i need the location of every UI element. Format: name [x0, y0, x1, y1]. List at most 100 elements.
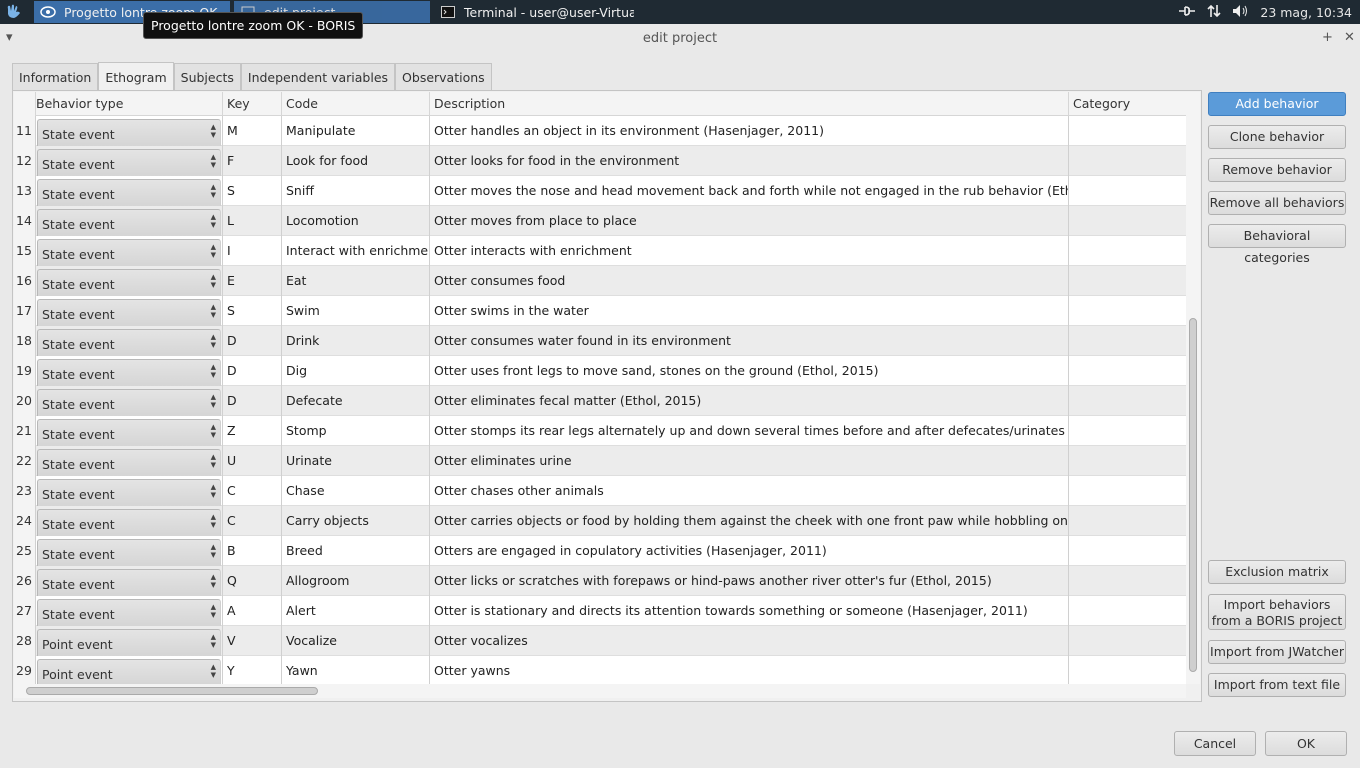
code-cell[interactable]: Dig	[282, 356, 430, 386]
category-cell[interactable]	[1069, 236, 1186, 266]
code-cell[interactable]: Breed	[282, 536, 430, 566]
category-cell[interactable]	[1069, 386, 1186, 416]
category-cell[interactable]	[1069, 266, 1186, 296]
behavioral-categories-button[interactable]: Behavioral categories	[1208, 224, 1346, 265]
description-cell[interactable]: Otter chases other animals	[430, 476, 1069, 506]
category-cell[interactable]	[1069, 626, 1186, 656]
description-cell[interactable]: Otter handles an object in its environme…	[430, 116, 1069, 146]
row-number[interactable]: 27	[14, 596, 36, 626]
key-cell[interactable]: A	[223, 596, 282, 626]
network-transfer-icon[interactable]	[1206, 3, 1222, 22]
category-cell[interactable]	[1069, 296, 1186, 326]
row-number[interactable]: 12	[14, 146, 36, 176]
row-number[interactable]: 26	[14, 566, 36, 596]
code-cell[interactable]: Yawn	[282, 656, 430, 684]
ok-button[interactable]: OK	[1265, 731, 1347, 756]
behavior-type-select[interactable]: Point event ▲ ▼	[37, 659, 221, 684]
header-description[interactable]: Description	[430, 92, 1069, 116]
key-cell[interactable]: D	[223, 326, 282, 356]
close-icon[interactable]: ✕	[1344, 30, 1355, 45]
behavior-type-select[interactable]: State event ▲ ▼	[37, 149, 221, 176]
row-number[interactable]: 14	[14, 206, 36, 236]
maximize-icon[interactable]: +	[1322, 30, 1333, 45]
description-cell[interactable]: Otter vocalizes	[430, 626, 1069, 656]
code-cell[interactable]: Alert	[282, 596, 430, 626]
behavior-type-select[interactable]: State event ▲ ▼	[37, 479, 221, 506]
tab-observations[interactable]: Observations	[395, 63, 492, 91]
description-cell[interactable]: Otter looks for food in the environment	[430, 146, 1069, 176]
category-cell[interactable]	[1069, 446, 1186, 476]
description-cell[interactable]: Otter carries objects or food by holding…	[430, 506, 1069, 536]
row-number[interactable]: 22	[14, 446, 36, 476]
row-number[interactable]: 28	[14, 626, 36, 656]
table-row[interactable]: 13 State event ▲ ▼ S Sniff Otter moves the nos…	[14, 176, 1186, 206]
row-number[interactable]: 16	[14, 266, 36, 296]
table-row[interactable]: 25 State event ▲ ▼ B Breed Otters are engaged …	[14, 536, 1186, 566]
description-cell[interactable]: Otter stomps its rear legs alternately u…	[430, 416, 1069, 446]
header-code[interactable]: Code	[282, 92, 430, 116]
row-number[interactable]: 24	[14, 506, 36, 536]
import-jwatcher-button[interactable]: Import from JWatcher	[1208, 640, 1346, 664]
behavior-type-select[interactable]: State event ▲ ▼	[37, 209, 221, 236]
clock[interactable]: 23 mag, 10:34	[1260, 5, 1352, 20]
description-cell[interactable]: Otter is stationary and directs its atte…	[430, 596, 1069, 626]
behavior-type-select[interactable]: State event ▲ ▼	[37, 599, 221, 626]
row-number[interactable]: 23	[14, 476, 36, 506]
key-cell[interactable]: Y	[223, 656, 282, 684]
code-cell[interactable]: Interact with enrichment	[282, 236, 430, 266]
code-cell[interactable]: Carry objects	[282, 506, 430, 536]
behavior-type-select[interactable]: State event ▲ ▼	[37, 509, 221, 536]
horizontal-scroll-thumb[interactable]	[26, 687, 318, 695]
key-cell[interactable]: B	[223, 536, 282, 566]
behavior-type-select[interactable]: State event ▲ ▼	[37, 539, 221, 566]
network-wired-icon[interactable]	[1178, 4, 1196, 21]
tab-information[interactable]: Information	[12, 63, 99, 91]
table-row[interactable]: 26 State event ▲ ▼ Q Allogroom Otter licks or …	[14, 566, 1186, 596]
code-cell[interactable]: Manipulate	[282, 116, 430, 146]
row-number[interactable]: 19	[14, 356, 36, 386]
behavior-type-select[interactable]: State event ▲ ▼	[37, 179, 221, 206]
behavior-type-select[interactable]: State event ▲ ▼	[37, 419, 221, 446]
header-category[interactable]: Category	[1069, 92, 1186, 116]
behavior-type-select[interactable]: State event ▲ ▼	[37, 359, 221, 386]
table-row[interactable]: 24 State event ▲ ▼ C Carry objects Otter carri…	[14, 506, 1186, 536]
code-cell[interactable]: Eat	[282, 266, 430, 296]
category-cell[interactable]	[1069, 596, 1186, 626]
taskbar-task-terminal[interactable]: Terminal - user@user-Virtua...	[434, 1, 634, 23]
key-cell[interactable]: S	[223, 296, 282, 326]
row-number[interactable]: 29	[14, 656, 36, 684]
behavior-type-select[interactable]: State event ▲ ▼	[37, 329, 221, 356]
tab-subjects[interactable]: Subjects	[173, 63, 241, 91]
table-row[interactable]: 19 State event ▲ ▼ D Dig Otter uses front legs…	[14, 356, 1186, 386]
key-cell[interactable]: D	[223, 386, 282, 416]
table-row[interactable]: 15 State event ▲ ▼ I Interact with enrichment…	[14, 236, 1186, 266]
vertical-scrollbar[interactable]	[1186, 92, 1200, 684]
header-key[interactable]: Key	[223, 92, 282, 116]
key-cell[interactable]: Q	[223, 566, 282, 596]
import-boris-project-button[interactable]: Import behaviors from a BORIS project	[1208, 594, 1346, 630]
category-cell[interactable]	[1069, 566, 1186, 596]
add-behavior-button[interactable]: Add behavior	[1208, 92, 1346, 116]
row-number[interactable]: 15	[14, 236, 36, 266]
header-behavior-type[interactable]: Behavior type	[36, 92, 223, 116]
category-cell[interactable]	[1069, 176, 1186, 206]
row-number[interactable]: 25	[14, 536, 36, 566]
behavior-type-select[interactable]: Point event ▲ ▼	[37, 629, 221, 656]
key-cell[interactable]: E	[223, 266, 282, 296]
table-row[interactable]: 14 State event ▲ ▼ L Locomotion Otter moves fr…	[14, 206, 1186, 236]
category-cell[interactable]	[1069, 416, 1186, 446]
code-cell[interactable]: Sniff	[282, 176, 430, 206]
cancel-button[interactable]: Cancel	[1174, 731, 1256, 756]
table-row[interactable]: 23 State event ▲ ▼ C Chase Otter chases other …	[14, 476, 1186, 506]
description-cell[interactable]: Otter licks or scratches with forepaws o…	[430, 566, 1069, 596]
table-row[interactable]: 17 State event ▲ ▼ S Swim Otter swims in the w…	[14, 296, 1186, 326]
vertical-scroll-thumb[interactable]	[1189, 318, 1197, 672]
code-cell[interactable]: Locomotion	[282, 206, 430, 236]
table-row[interactable]: 18 State event ▲ ▼ D Drink Otter consumes wate…	[14, 326, 1186, 356]
behavior-type-select[interactable]: State event ▲ ▼	[37, 299, 221, 326]
category-cell[interactable]	[1069, 536, 1186, 566]
description-cell[interactable]: Otter uses front legs to move sand, ston…	[430, 356, 1069, 386]
remove-behavior-button[interactable]: Remove behavior	[1208, 158, 1346, 182]
row-number[interactable]: 11	[14, 116, 36, 146]
import-text-file-button[interactable]: Import from text file	[1208, 673, 1346, 697]
